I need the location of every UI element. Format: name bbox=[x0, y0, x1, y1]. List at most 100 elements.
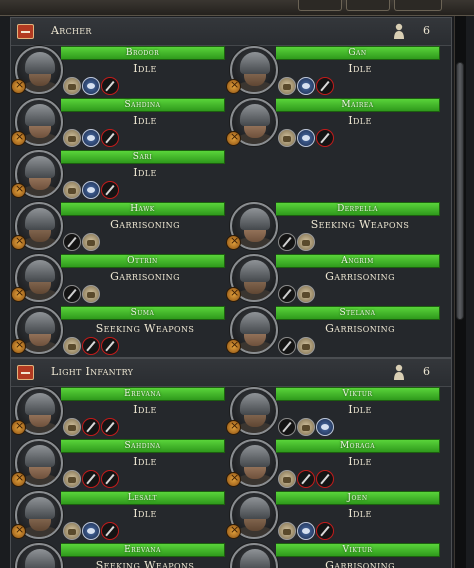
melee-skill-icon[interactable] bbox=[278, 285, 296, 303]
unit-card[interactable]: Angrim Garrisoning bbox=[226, 254, 440, 306]
unit-portrait[interactable] bbox=[230, 543, 278, 568]
unit-name: Ottrin bbox=[61, 254, 225, 268]
unit-status: Garrisoning bbox=[325, 322, 395, 335]
crafting-skill-icon[interactable] bbox=[297, 418, 315, 436]
crafting-skill-icon[interactable] bbox=[63, 77, 81, 95]
melee-skill-icon[interactable] bbox=[278, 418, 296, 436]
crafting-skill-icon[interactable] bbox=[278, 77, 296, 95]
unit-card[interactable]: Viktur Garrisoning bbox=[230, 543, 440, 568]
dismiss-badge-icon[interactable] bbox=[226, 523, 241, 539]
melee-skill-icon[interactable] bbox=[278, 233, 296, 251]
unit-card[interactable]: Erevana Seeking Weapons bbox=[15, 543, 225, 568]
cavalry-skill-icon[interactable] bbox=[297, 522, 315, 540]
dismiss-badge-icon[interactable] bbox=[11, 130, 26, 146]
dismiss-badge-icon[interactable] bbox=[11, 419, 26, 435]
unit-card[interactable]: Suma Seeking Weapons bbox=[11, 306, 225, 358]
unit-name: Erevana bbox=[61, 387, 225, 401]
crafting-skill-icon[interactable] bbox=[63, 470, 81, 488]
collapse-icon[interactable] bbox=[17, 24, 34, 39]
melee-skill-icon[interactable] bbox=[63, 233, 81, 251]
unit-card[interactable]: Sari Idle bbox=[11, 150, 225, 202]
ranged-skill-icon[interactable] bbox=[316, 129, 334, 147]
ranged-skill-icon[interactable] bbox=[101, 129, 119, 147]
dismiss-badge-icon[interactable] bbox=[226, 286, 241, 302]
unit-card[interactable]: Gan Idle bbox=[226, 46, 440, 98]
unit-portrait[interactable] bbox=[15, 543, 63, 568]
toolbar-tab-button[interactable] bbox=[346, 0, 390, 11]
ranged-skill-icon[interactable] bbox=[101, 77, 119, 95]
crafting-skill-icon[interactable] bbox=[82, 233, 100, 251]
ranged-skill-icon[interactable] bbox=[101, 418, 119, 436]
unit-card[interactable]: Joen Idle bbox=[226, 491, 440, 543]
unit-card[interactable]: Derpella Seeking Weapons bbox=[226, 202, 440, 254]
cavalry-skill-icon[interactable] bbox=[82, 522, 100, 540]
unit-card[interactable]: Moraga Idle bbox=[226, 439, 440, 491]
ranged-skill-icon[interactable] bbox=[82, 470, 100, 488]
ranged-skill-icon[interactable] bbox=[82, 418, 100, 436]
dismiss-badge-icon[interactable] bbox=[11, 78, 26, 94]
skill-icons bbox=[63, 337, 119, 355]
ranged-skill-icon[interactable] bbox=[101, 470, 119, 488]
ranged-skill-icon[interactable] bbox=[101, 522, 119, 540]
dismiss-badge-icon[interactable] bbox=[226, 234, 241, 250]
unit-card[interactable]: Stelana Garrisoning bbox=[226, 306, 440, 358]
crafting-skill-icon[interactable] bbox=[278, 129, 296, 147]
crafting-skill-icon[interactable] bbox=[63, 522, 81, 540]
dismiss-badge-icon[interactable] bbox=[11, 182, 26, 198]
scrollbar-thumb[interactable] bbox=[456, 62, 464, 320]
top-toolbar bbox=[0, 0, 474, 16]
unit-card[interactable]: Erevana Idle bbox=[11, 387, 225, 439]
crafting-skill-icon[interactable] bbox=[63, 418, 81, 436]
ranged-skill-icon[interactable] bbox=[82, 337, 100, 355]
unit-status: Seeking Weapons bbox=[95, 559, 195, 568]
unit-card[interactable]: Sahdina Idle bbox=[11, 98, 225, 150]
cavalry-skill-icon[interactable] bbox=[82, 129, 100, 147]
ranged-skill-icon[interactable] bbox=[101, 337, 119, 355]
crafting-skill-icon[interactable] bbox=[278, 470, 296, 488]
cavalry-skill-icon[interactable] bbox=[297, 129, 315, 147]
cavalry-skill-icon[interactable] bbox=[316, 418, 334, 436]
unit-card[interactable]: Mairea Idle bbox=[226, 98, 440, 150]
crafting-skill-icon[interactable] bbox=[63, 181, 81, 199]
melee-skill-icon[interactable] bbox=[278, 337, 296, 355]
collapse-icon[interactable] bbox=[17, 365, 34, 380]
crafting-skill-icon[interactable] bbox=[63, 129, 81, 147]
cavalry-skill-icon[interactable] bbox=[82, 77, 100, 95]
unit-card[interactable]: Lesalt Idle bbox=[11, 491, 225, 543]
unit-card[interactable]: Viktur Idle bbox=[226, 387, 440, 439]
skill-icons bbox=[278, 129, 334, 147]
cavalry-skill-icon[interactable] bbox=[82, 181, 100, 199]
unit-card[interactable]: Sahdina Idle bbox=[11, 439, 225, 491]
dismiss-badge-icon[interactable] bbox=[226, 419, 241, 435]
toolbar-tab-button[interactable] bbox=[394, 0, 442, 11]
skill-icons bbox=[63, 522, 119, 540]
ranged-skill-icon[interactable] bbox=[316, 470, 334, 488]
crafting-skill-icon[interactable] bbox=[297, 285, 315, 303]
crafting-skill-icon[interactable] bbox=[278, 522, 296, 540]
unit-status: Garrisoning bbox=[325, 559, 395, 568]
unit-card[interactable]: Brodor Idle bbox=[11, 46, 225, 98]
unit-name: Sahdina bbox=[61, 98, 225, 112]
dismiss-badge-icon[interactable] bbox=[11, 286, 26, 302]
unit-card[interactable]: Hawk Garrisoning bbox=[11, 202, 225, 254]
ranged-skill-icon[interactable] bbox=[316, 522, 334, 540]
dismiss-badge-icon[interactable] bbox=[11, 523, 26, 539]
ranged-skill-icon[interactable] bbox=[101, 181, 119, 199]
crafting-skill-icon[interactable] bbox=[297, 337, 315, 355]
crafting-skill-icon[interactable] bbox=[82, 285, 100, 303]
ranged-skill-icon[interactable] bbox=[316, 77, 334, 95]
dismiss-badge-icon[interactable] bbox=[11, 234, 26, 250]
dismiss-badge-icon[interactable] bbox=[226, 78, 241, 94]
dismiss-badge-icon[interactable] bbox=[11, 338, 26, 354]
dismiss-badge-icon[interactable] bbox=[11, 471, 26, 487]
cavalry-skill-icon[interactable] bbox=[297, 77, 315, 95]
dismiss-badge-icon[interactable] bbox=[226, 471, 241, 487]
unit-card[interactable]: Ottrin Garrisoning bbox=[11, 254, 225, 306]
dismiss-badge-icon[interactable] bbox=[226, 130, 241, 146]
ranged-skill-icon[interactable] bbox=[297, 470, 315, 488]
crafting-skill-icon[interactable] bbox=[297, 233, 315, 251]
dismiss-badge-icon[interactable] bbox=[226, 338, 241, 354]
crafting-skill-icon[interactable] bbox=[63, 337, 81, 355]
toolbar-tab-button[interactable] bbox=[298, 0, 342, 11]
melee-skill-icon[interactable] bbox=[63, 285, 81, 303]
